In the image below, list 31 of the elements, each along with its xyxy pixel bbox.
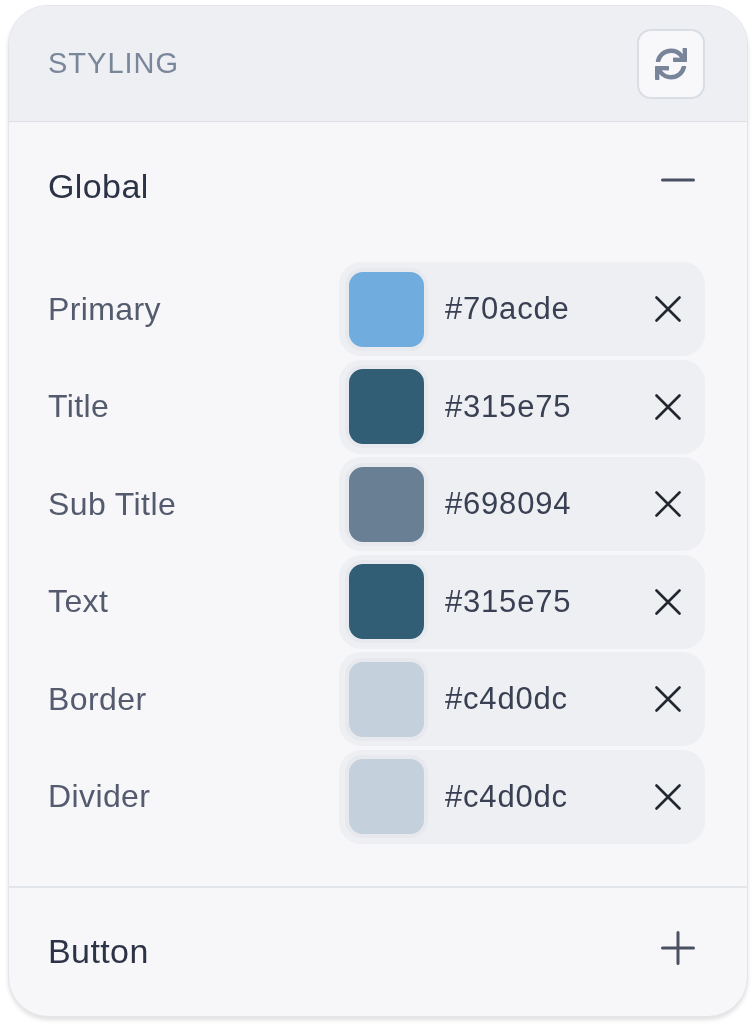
color-swatch[interactable] [345, 560, 428, 643]
color-field[interactable]: #315e75 [339, 554, 705, 649]
close-icon[interactable] [655, 686, 681, 712]
color-swatch[interactable] [345, 365, 428, 448]
close-icon[interactable] [655, 588, 681, 615]
color-swatch[interactable] [345, 755, 428, 838]
section-title: Global [48, 166, 149, 206]
plus-icon[interactable] [661, 930, 695, 965]
close-icon[interactable] [655, 783, 681, 810]
color-swatch[interactable] [345, 657, 428, 741]
color-field[interactable]: #698094 [339, 457, 705, 551]
color-swatch[interactable] [345, 267, 428, 351]
close-icon[interactable] [655, 491, 681, 517]
field-label: Text [48, 583, 109, 620]
color-field[interactable]: #c4d0dc [339, 749, 705, 844]
refresh-button[interactable] [637, 28, 705, 99]
color-field[interactable]: #c4d0dc [339, 652, 705, 746]
close-icon[interactable] [655, 296, 681, 322]
color-swatch[interactable] [345, 462, 428, 546]
section-title: Button [48, 932, 149, 971]
refresh-icon [655, 47, 687, 80]
minus-icon[interactable] [661, 178, 695, 182]
close-icon[interactable] [655, 393, 681, 420]
field-label: Title [48, 388, 110, 425]
field-label: Divider [48, 778, 151, 815]
panel-title: STYLING [48, 47, 180, 80]
color-field[interactable]: #70acde [339, 262, 705, 356]
field-label: Primary [48, 290, 162, 328]
field-label: Sub Title [48, 485, 177, 523]
color-field[interactable]: #315e75 [339, 359, 705, 454]
field-label: Border [48, 680, 147, 718]
